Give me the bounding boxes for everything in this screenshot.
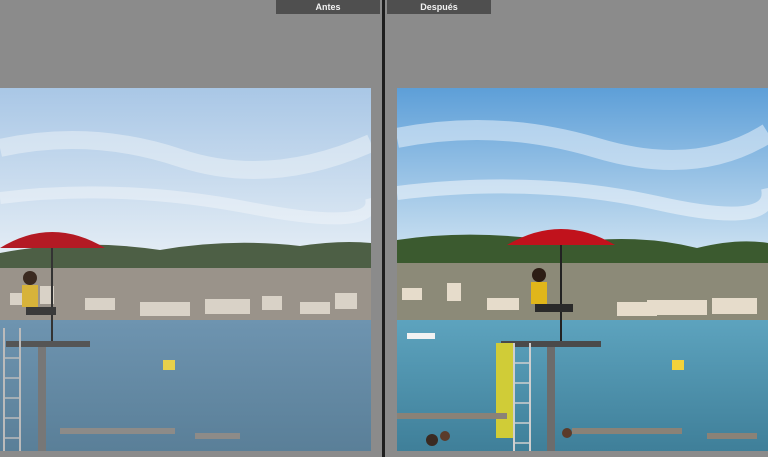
before-label: Antes	[276, 0, 380, 14]
after-label: Después	[387, 0, 491, 14]
before-photo	[0, 88, 371, 451]
after-photo	[397, 88, 768, 451]
compare-divider[interactable]	[382, 0, 385, 457]
